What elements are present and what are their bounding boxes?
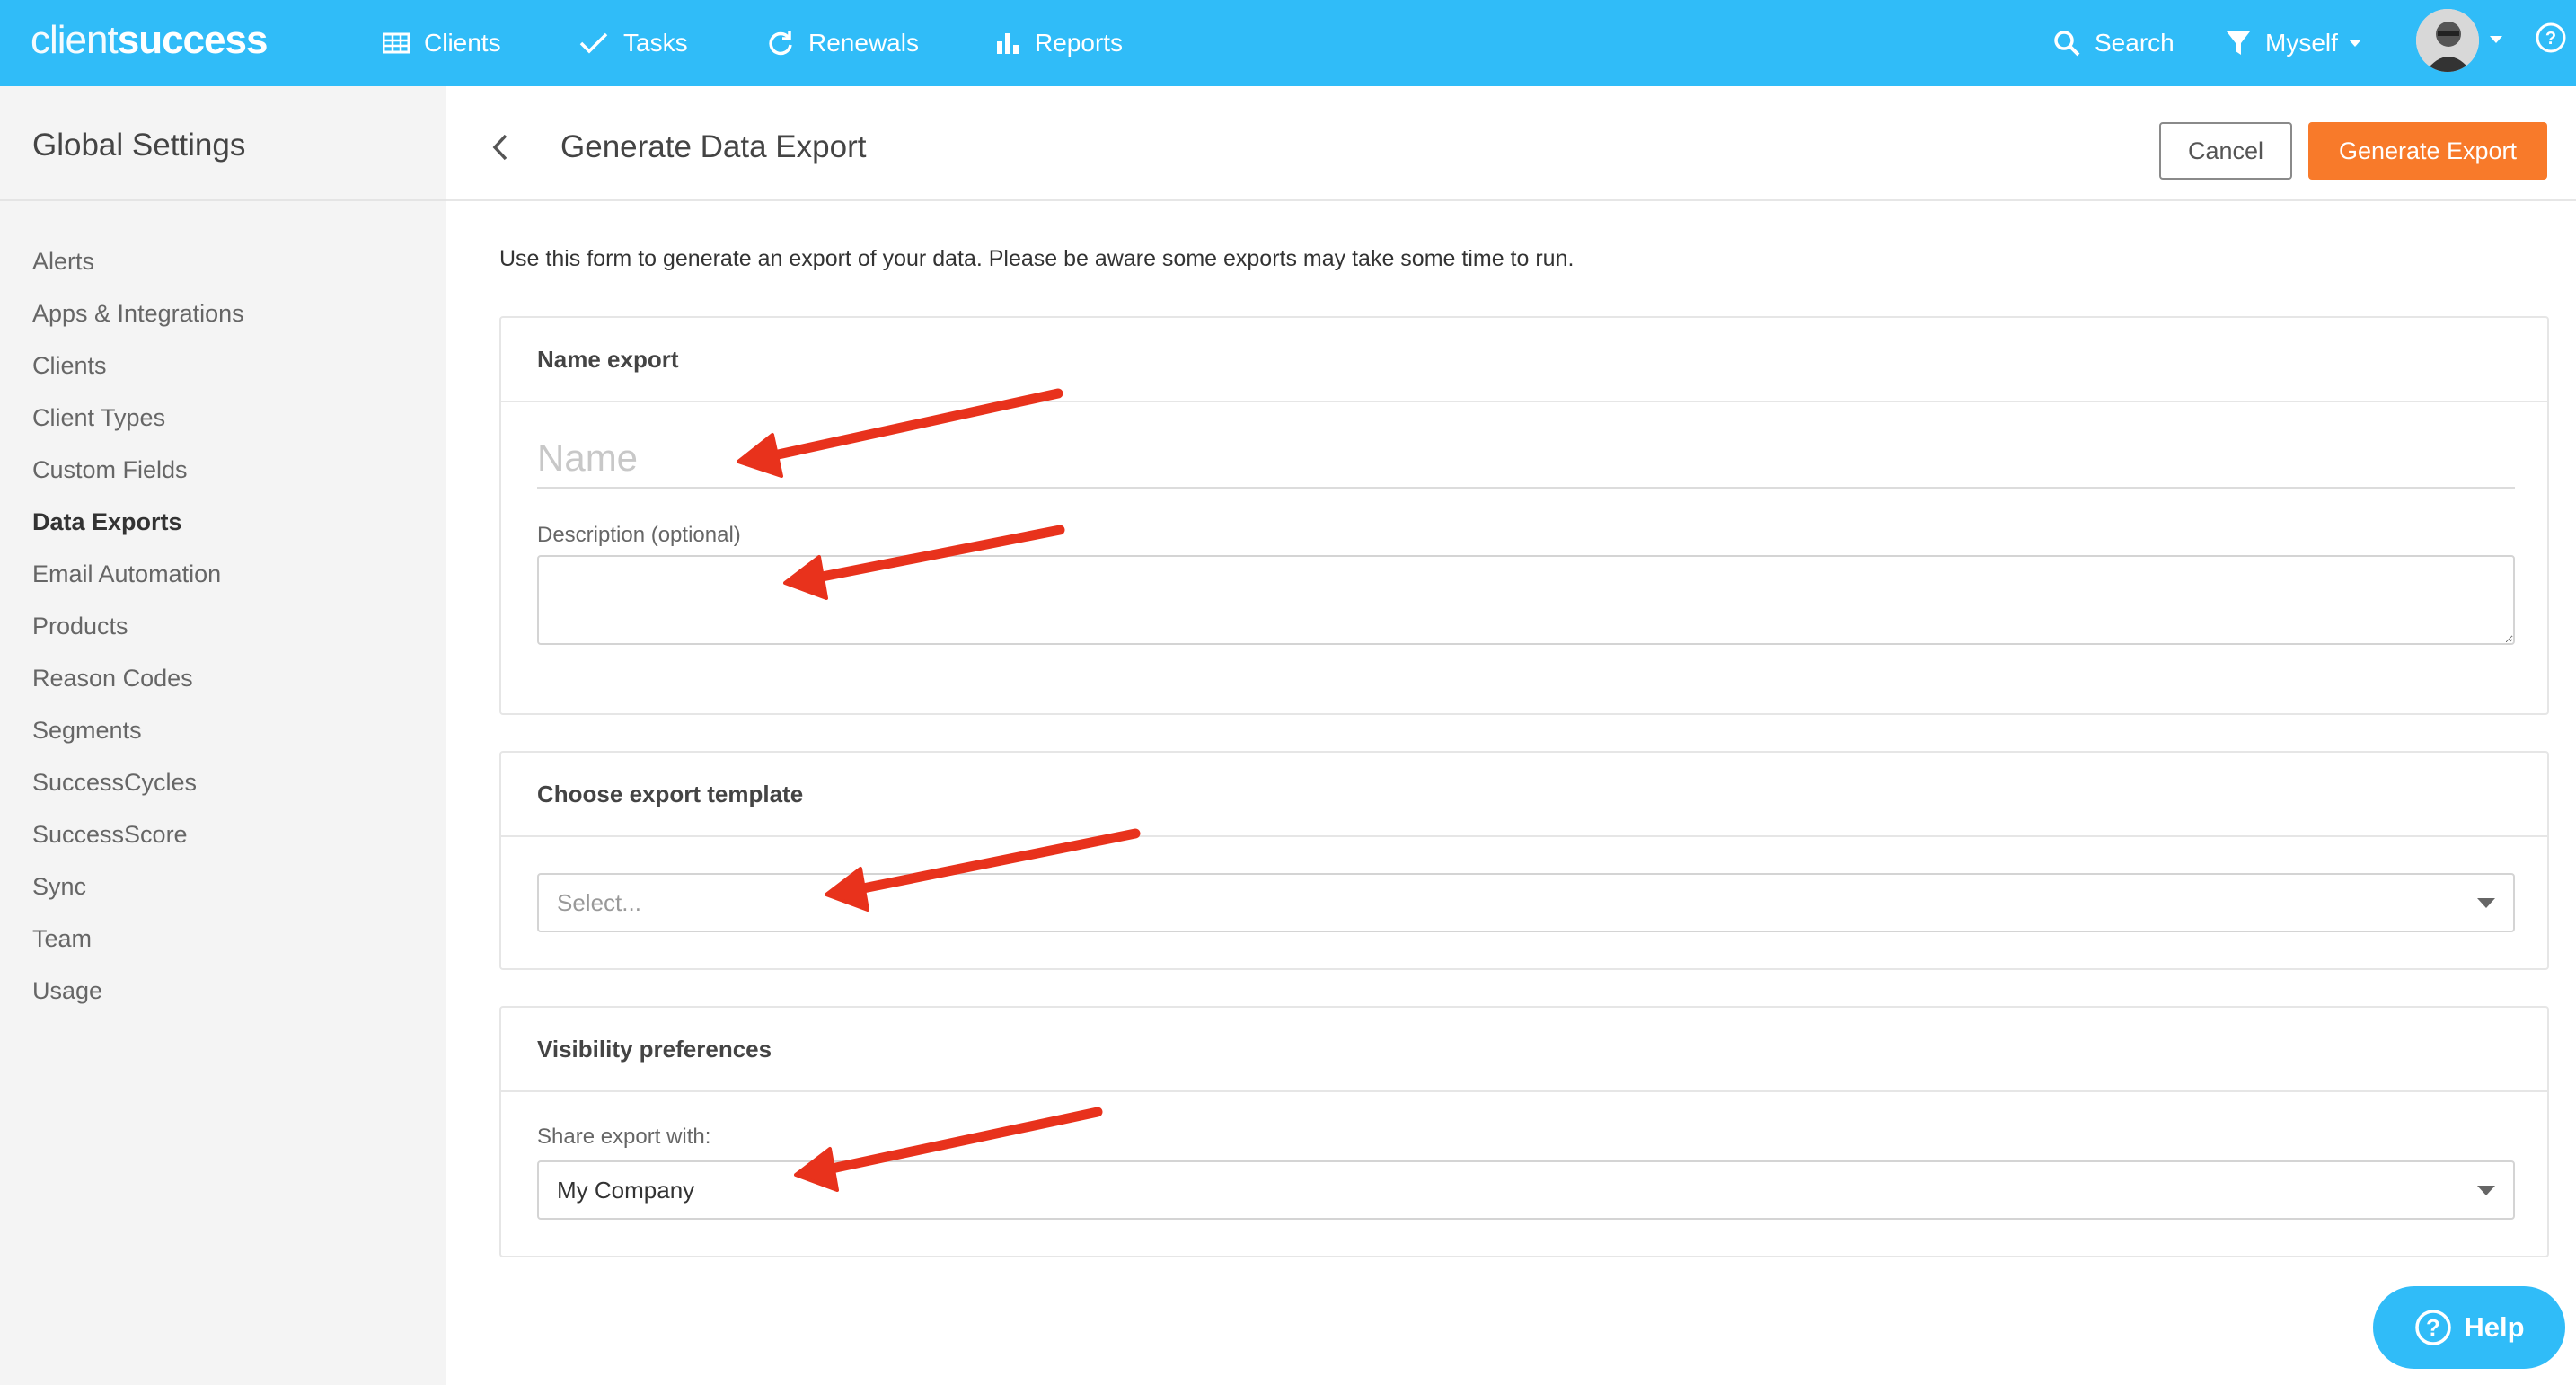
name-export-panel: Name export Description (optional): [499, 316, 2549, 715]
nav-item-reports[interactable]: Reports: [995, 22, 1123, 65]
avatar[interactable]: [2416, 9, 2479, 72]
search-button[interactable]: Search: [2053, 22, 2175, 65]
panel-heading: Name export: [501, 318, 2547, 402]
nav-item-clients[interactable]: Clients: [383, 22, 501, 65]
help-button[interactable]: ? Help: [2373, 1286, 2565, 1369]
chevron-down-icon[interactable]: [2488, 34, 2504, 45]
export-template-select[interactable]: Select...: [537, 873, 2515, 932]
nav-item-label: Clients: [424, 29, 501, 57]
sidebar-item-successscore[interactable]: SuccessScore: [32, 808, 244, 860]
settings-sidebar: Global Settings Alerts Apps & Integratio…: [0, 86, 446, 1385]
user-avatar-icon: [2416, 9, 2479, 72]
search-label: Search: [2095, 29, 2175, 57]
sidebar-item-alerts[interactable]: Alerts: [32, 235, 244, 287]
svg-text:?: ?: [2426, 1314, 2440, 1341]
help-circle-icon[interactable]: ?: [2535, 22, 2567, 54]
description-textarea[interactable]: [537, 555, 2515, 645]
table-icon: [383, 32, 410, 54]
page-header: Generate Data Export Cancel Generate Exp…: [446, 86, 2576, 201]
sidebar-divider: [0, 199, 446, 201]
sidebar-item-apps-integrations[interactable]: Apps & Integrations: [32, 287, 244, 340]
bar-chart-icon: [997, 33, 1019, 54]
sidebar-title: Global Settings: [32, 128, 246, 163]
description-label: Description (optional): [537, 523, 741, 547]
chevron-left-icon[interactable]: [490, 133, 510, 162]
panel-heading: Choose export template: [501, 753, 2547, 837]
brand-logo-part2: success: [117, 18, 269, 62]
sidebar-item-reason-codes[interactable]: Reason Codes: [32, 652, 244, 704]
help-circle-icon: ?: [2415, 1310, 2452, 1345]
generate-export-button[interactable]: Generate Export: [2308, 122, 2547, 180]
filter-label: Myself: [2265, 29, 2338, 57]
help-label: Help: [2464, 1311, 2525, 1343]
svg-text:?: ?: [2545, 29, 2556, 49]
sidebar-item-data-exports[interactable]: Data Exports: [32, 496, 244, 548]
brand-logo-part1: client: [31, 18, 119, 62]
sidebar-item-client-types[interactable]: Client Types: [32, 392, 244, 444]
search-icon: [2054, 31, 2080, 57]
nav-item-label: Renewals: [808, 29, 919, 57]
filter-dropdown[interactable]: Myself: [2226, 22, 2363, 65]
chevron-down-icon: [2477, 1186, 2495, 1195]
top-nav-bar: clientsuccess Clients Tasks Renewals Rep…: [0, 0, 2576, 86]
chevron-down-icon: [2348, 40, 2361, 47]
export-template-panel: Choose export template Select...: [499, 751, 2549, 970]
select-placeholder: Select...: [557, 888, 641, 916]
chevron-down-icon: [2477, 898, 2495, 908]
sidebar-item-email-automation[interactable]: Email Automation: [32, 548, 244, 600]
sidebar-item-sync[interactable]: Sync: [32, 860, 244, 913]
sidebar-item-successcycles[interactable]: SuccessCycles: [32, 756, 244, 808]
brand-logo[interactable]: clientsuccess: [31, 16, 269, 65]
name-input[interactable]: [537, 429, 2515, 489]
intro-text: Use this form to generate an export of y…: [499, 246, 1575, 271]
panel-heading: Visibility preferences: [501, 1008, 2547, 1092]
share-label: Share export with:: [537, 1125, 711, 1149]
nav-item-renewals[interactable]: Renewals: [767, 22, 919, 65]
sidebar-item-usage[interactable]: Usage: [32, 965, 244, 1017]
check-icon: [579, 32, 608, 54]
sidebar-item-custom-fields[interactable]: Custom Fields: [32, 444, 244, 496]
visibility-panel: Visibility preferences Share export with…: [499, 1006, 2549, 1257]
sidebar-menu: Alerts Apps & Integrations Clients Clien…: [32, 235, 244, 1017]
select-value: My Company: [557, 1176, 695, 1204]
refresh-icon: [769, 31, 792, 56]
nav-item-label: Reports: [1035, 29, 1124, 57]
nav-item-tasks[interactable]: Tasks: [578, 22, 688, 65]
share-with-select[interactable]: My Company: [537, 1160, 2515, 1220]
sidebar-item-segments[interactable]: Segments: [32, 704, 244, 756]
cancel-button[interactable]: Cancel: [2159, 122, 2292, 180]
nav-item-label: Tasks: [623, 29, 688, 57]
sidebar-item-team[interactable]: Team: [32, 913, 244, 965]
filter-icon: [2227, 31, 2250, 55]
sidebar-item-products[interactable]: Products: [32, 600, 244, 652]
sidebar-item-clients[interactable]: Clients: [32, 340, 244, 392]
page-title: Generate Data Export: [560, 129, 867, 164]
